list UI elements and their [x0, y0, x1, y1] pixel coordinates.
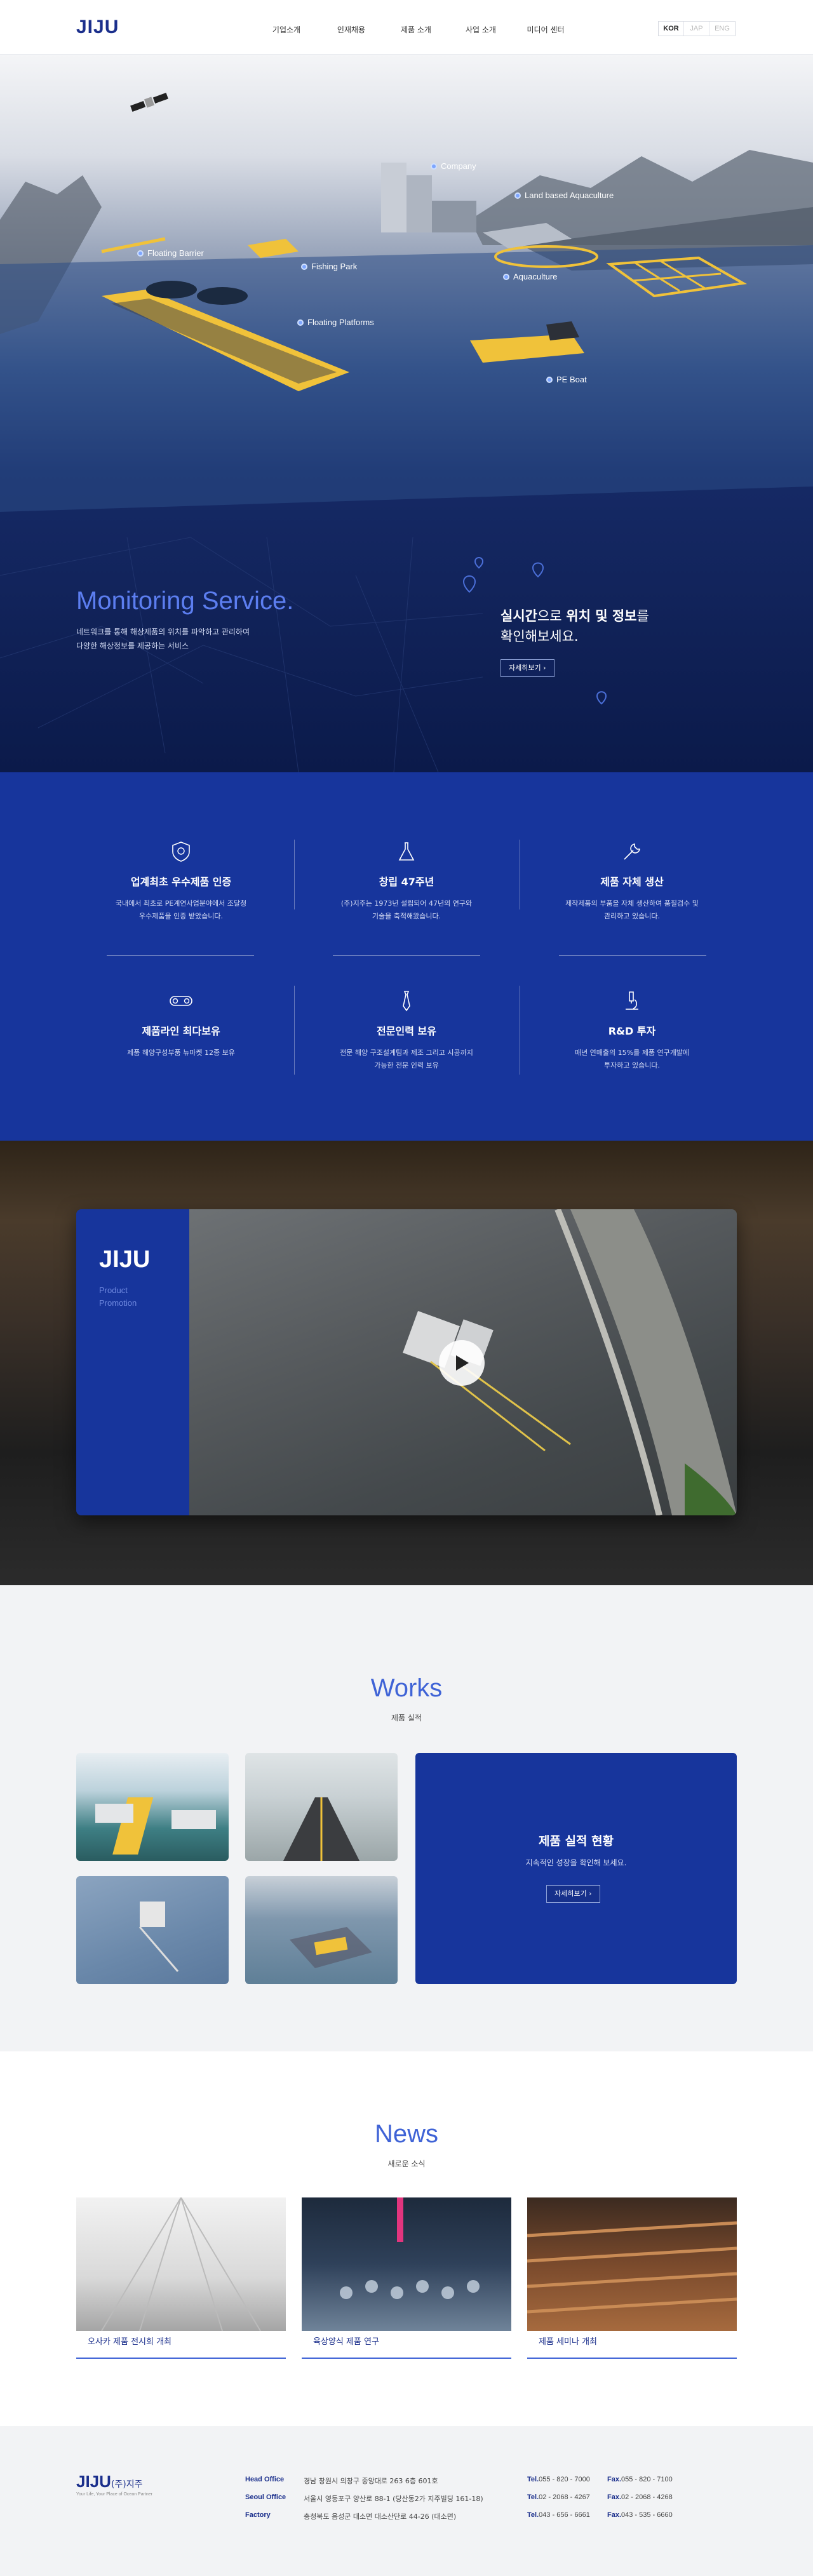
news-title: News	[374, 2120, 439, 2148]
news-image-2	[302, 2197, 511, 2331]
feature-anniversary: 창립 47주년 (주)지주는 1973년 설립되어 47년의 연구와 기술을 축…	[311, 839, 502, 923]
site-header: JIJU 기업소개 인재채용 제품 소개 사업 소개 미디어 센터 KOR JA…	[0, 0, 813, 55]
location-dot-icon	[137, 250, 144, 257]
map-label-floating-platforms[interactable]: Floating Platforms	[297, 318, 374, 327]
video-caption-panel: JIJU Product Promotion	[76, 1209, 189, 1515]
realtime-title: 실시간으로 위치 및 정보를 확인해보세요.	[501, 608, 649, 644]
location-dot-icon	[431, 163, 437, 170]
nav-item-media[interactable]: 미디어 센터	[513, 24, 578, 35]
nav-item-recruit[interactable]: 인재채용	[319, 24, 384, 35]
shield-icon	[168, 839, 194, 864]
footer-tagline: Your Life, Your Place of Ocean Partner	[76, 2492, 152, 2497]
harbor-image	[95, 1797, 216, 1855]
feature-product-line: 제품라인 최다보유 제품 해양구성부품 뉴마켓 12종 보유	[86, 988, 276, 1059]
news-card-3[interactable]: 제품 세미나 개최	[527, 2197, 737, 2359]
footer-tel-seoul: Tel.02 - 2068 - 4267	[527, 2493, 590, 2501]
features-section: 업계최초 우수제품 인증 국내에서 최초로 PE계연사업분야에서 조달청 우수제…	[0, 772, 813, 1141]
map-label-fishing-park[interactable]: Fishing Park	[301, 262, 357, 271]
site-logo[interactable]: JIJU	[76, 17, 119, 38]
map-label-aquaculture[interactable]: Aquaculture	[503, 272, 557, 281]
divider	[294, 840, 295, 909]
footer-tel-head: Tel.055 - 820 - 7000	[527, 2476, 590, 2483]
footer-tel-factory: Tel.043 - 656 - 6661	[527, 2511, 590, 2519]
main-nav: 기업소개 인재채용 제품 소개 사업 소개 미디어 센터	[254, 24, 578, 35]
footer-fax-factory: Fax.043 - 535 - 6660	[607, 2511, 673, 2519]
news-image-3	[527, 2197, 737, 2331]
location-dot-icon	[297, 319, 304, 326]
works-summary-box: 제품 실적 현황 지속적인 성장을 확인해 보세요. 자세히보기 ›	[415, 1753, 737, 1984]
news-card-1[interactable]: 오사카 제품 전시회 개최	[76, 2197, 286, 2359]
footer-label-head: Head Office	[245, 2476, 285, 2483]
hero-illustration	[0, 93, 813, 772]
monitoring-desc: 네트워크를 통해 해상제품의 위치를 파악하고 관리하여 다양한 해상정보를 제…	[76, 627, 250, 650]
footer-label-seoul: Seoul Office	[245, 2493, 286, 2501]
video-brand: JIJU	[99, 1246, 151, 1273]
play-icon	[456, 1355, 469, 1371]
works-thumb-1[interactable]	[76, 1753, 229, 1861]
feature-production: 제품 자체 생산 제작제품의 부품을 자체 생산하여 품질검수 및 관리하고 있…	[537, 839, 727, 923]
feature-certification: 업계최초 우수제품 인증 국내에서 최초로 PE계연사업분야에서 조달청 우수제…	[86, 839, 276, 923]
news-image-1	[76, 2197, 286, 2331]
divider	[107, 955, 254, 956]
footer-addr-head: 경남 창원시 의창구 중앙대로 263 6층 601호	[304, 2477, 438, 2485]
language-switcher: KOR JAP ENG	[658, 21, 736, 36]
map-label-land-aquaculture[interactable]: Land based Aquaculture	[514, 191, 614, 200]
video-card[interactable]: JIJU Product Promotion	[76, 1209, 737, 1515]
lang-jap[interactable]: JAP	[684, 22, 709, 36]
map-label-company[interactable]: Company	[431, 161, 476, 171]
location-dot-icon	[301, 263, 307, 270]
flask-icon	[394, 839, 419, 864]
map-label-pe-boat[interactable]: PE Boat	[546, 375, 587, 384]
location-dot-icon	[546, 376, 553, 383]
play-button[interactable]	[439, 1340, 485, 1386]
feature-rnd: R&D 투자 매년 연매출의 15%를 제품 연구개발에 투자하고 있습니다.	[537, 988, 727, 1072]
pier-image	[283, 1797, 359, 1861]
hero-more-button[interactable]: 자세히보기 ›	[501, 659, 554, 677]
works-subtitle: 제품 실적	[391, 1714, 422, 1722]
lang-kor[interactable]: KOR	[659, 22, 684, 36]
map-label-floating-barrier[interactable]: Floating Barrier	[137, 248, 204, 258]
news-card-2[interactable]: 육상양식 제품 연구	[302, 2197, 511, 2359]
fishfarm-image	[290, 1927, 372, 1968]
lang-eng[interactable]: ENG	[709, 22, 735, 36]
footer-addr-factory: 충청북도 음성군 대소면 대소산단로 44-26 (대소면)	[304, 2512, 457, 2521]
feature-experts: 전문인력 보유 전문 해양 구조설계팀과 제조 그리고 시공까지 가능한 전문 …	[311, 988, 502, 1072]
monitoring-title: Monitoring Service.	[76, 587, 294, 615]
footer-label-factory: Factory	[245, 2511, 271, 2519]
hero-section: Company Land based Aquaculture Floating …	[0, 55, 813, 772]
tie-icon	[394, 988, 419, 1014]
conveyor-icon	[168, 988, 194, 1014]
nav-item-products[interactable]: 제품 소개	[384, 24, 448, 35]
nav-item-business[interactable]: 사업 소개	[448, 24, 513, 35]
divider	[333, 955, 480, 956]
works-thumb-3[interactable]	[76, 1876, 229, 1984]
works-thumb-4[interactable]	[245, 1876, 398, 1984]
location-dot-icon	[503, 273, 509, 280]
footer-fax-head: Fax.055 - 820 - 7100	[607, 2476, 673, 2483]
location-dot-icon	[514, 192, 521, 199]
works-box-title: 제품 실적 현황	[538, 1834, 614, 1848]
news-caption-1[interactable]: 오사카 제품 전시회 개최	[76, 2331, 286, 2359]
news-subtitle: 새로운 소식	[387, 2159, 426, 2168]
news-caption-2[interactable]: 육상양식 제품 연구	[302, 2331, 511, 2359]
footer-fax-seoul: Fax.02 - 2068 - 4268	[607, 2493, 673, 2501]
works-thumb-2[interactable]	[245, 1753, 398, 1861]
divider	[559, 955, 706, 956]
footer-logo: JIJU(주)지주	[76, 2472, 143, 2491]
footer-addr-seoul: 서울시 영등포구 양산로 88-1 (당산동2가 지주빌딩 161-18)	[304, 2495, 483, 2503]
site-footer: JIJU(주)지주 Your Life, Your Place of Ocean…	[0, 2426, 813, 2576]
works-box-desc: 지속적인 성장을 확인해 보세요.	[525, 1858, 627, 1867]
platform-aerial-image	[138, 1902, 179, 1972]
wrench-icon	[619, 839, 645, 864]
microscope-icon	[619, 988, 645, 1014]
nav-item-company[interactable]: 기업소개	[254, 24, 319, 35]
video-caption: Product Promotion	[99, 1285, 137, 1308]
works-title: Works	[370, 1674, 443, 1702]
works-more-button[interactable]: 자세히보기 ›	[546, 1885, 600, 1903]
divider	[294, 986, 295, 1075]
news-caption-3[interactable]: 제품 세미나 개최	[527, 2331, 737, 2359]
